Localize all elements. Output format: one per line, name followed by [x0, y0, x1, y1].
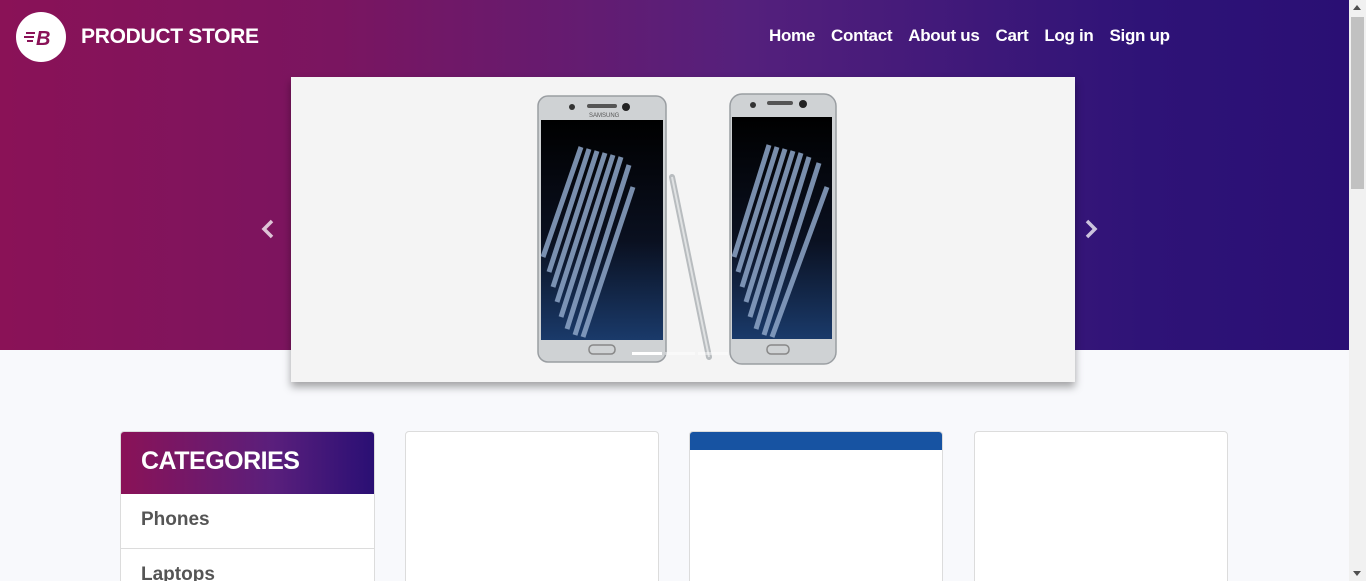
chevron-left-icon [261, 219, 274, 239]
categories-panel: CATEGORIES Phones Laptops [120, 431, 375, 581]
nav-about-us[interactable]: About us [908, 26, 980, 46]
nav-cart[interactable]: Cart [996, 26, 1029, 46]
svg-text:SAMSUNG: SAMSUNG [589, 113, 620, 119]
main-nav: Home Contact About us Cart Log in Sign u… [769, 26, 1186, 46]
scroll-down-icon[interactable] [1353, 571, 1361, 576]
carousel-next-button[interactable] [1076, 214, 1106, 244]
product-card-3[interactable] [974, 431, 1228, 581]
carousel-indicators [632, 352, 728, 355]
scroll-up-icon[interactable] [1353, 5, 1361, 10]
brand-logo-icon[interactable]: B [16, 12, 66, 62]
product-card-image [690, 432, 942, 450]
category-item-laptops[interactable]: Laptops [121, 549, 374, 581]
product-carousel: SAMSUNG [291, 77, 1075, 382]
category-item-phones[interactable]: Phones [121, 494, 374, 549]
brand[interactable]: B PRODUCT STORE [16, 12, 259, 62]
svg-text:B: B [36, 28, 50, 49]
carousel-prev-button[interactable] [253, 214, 283, 244]
brand-name[interactable]: PRODUCT STORE [81, 25, 259, 49]
categories-title: CATEGORIES [121, 432, 374, 494]
carousel-indicator-1[interactable] [632, 352, 662, 355]
product-card-1[interactable] [405, 431, 659, 581]
nav-log-in[interactable]: Log in [1044, 26, 1093, 46]
chevron-right-icon [1085, 219, 1098, 239]
nav-contact[interactable]: Contact [831, 26, 892, 46]
nav-home[interactable]: Home [769, 26, 815, 46]
page-scrollbar[interactable] [1349, 0, 1366, 581]
carousel-indicator-3[interactable] [698, 352, 728, 355]
scrollbar-thumb[interactable] [1351, 17, 1364, 189]
nav-sign-up[interactable]: Sign up [1110, 26, 1171, 46]
product-card-2[interactable] [689, 431, 943, 581]
carousel-indicator-2[interactable] [665, 352, 695, 355]
carousel-slide-image: SAMSUNG [537, 93, 837, 365]
